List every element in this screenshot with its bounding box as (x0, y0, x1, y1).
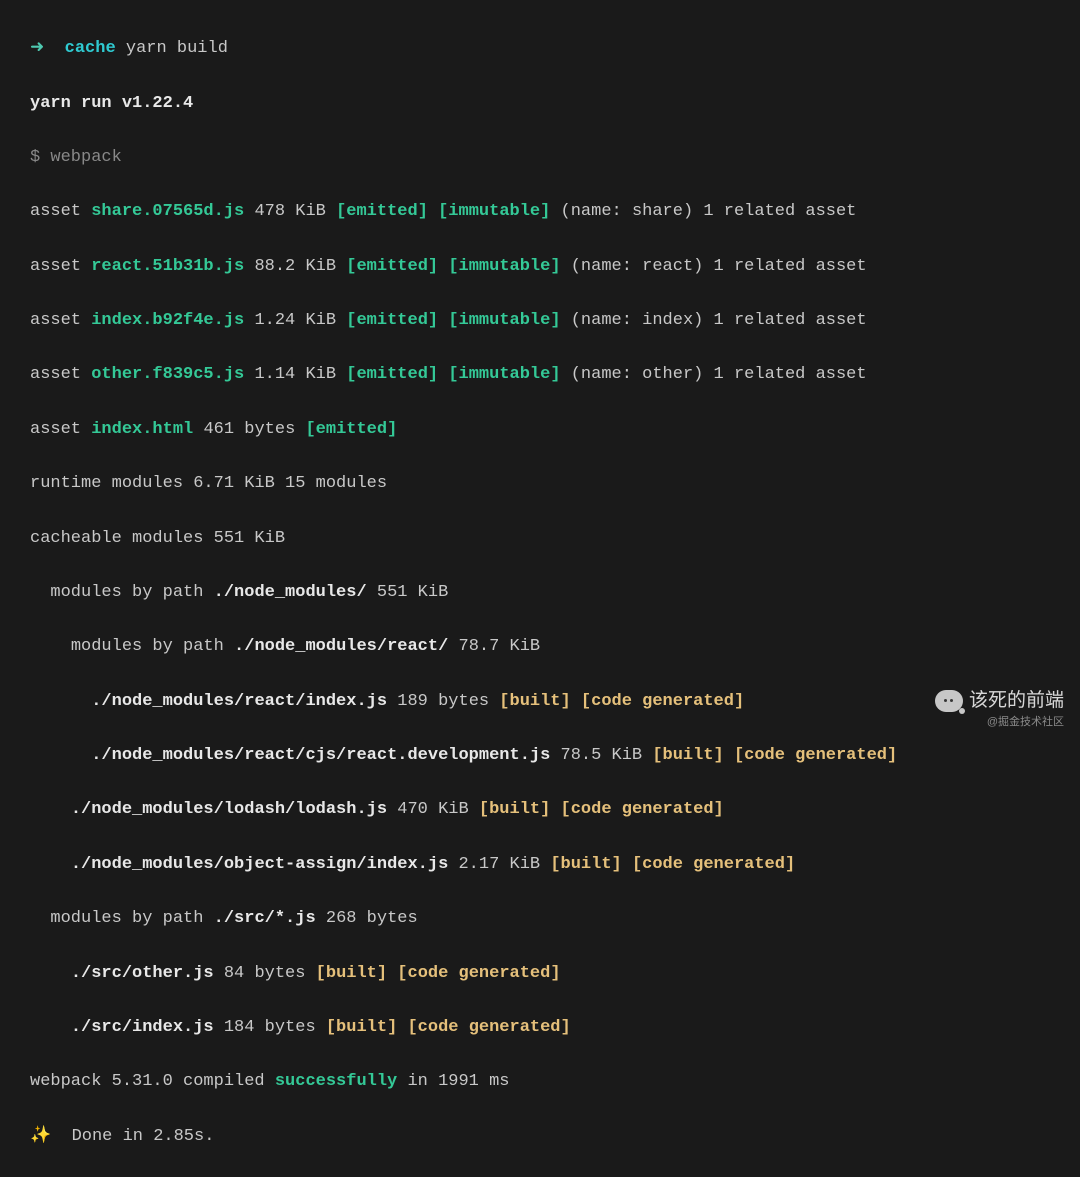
yarn-run-line: yarn run v1.22.4 (30, 90, 1050, 117)
react-dev-line: ./node_modules/react/cjs/react.developme… (30, 742, 1050, 769)
prompt-arrow: ➜ (30, 39, 44, 58)
yarn-task-line: $ webpack (30, 144, 1050, 171)
prompt-line: ➜ cache yarn build (30, 35, 1050, 62)
modules-react-line: modules by path ./node_modules/react/ 78… (30, 633, 1050, 660)
modules-node-line: modules by path ./node_modules/ 551 KiB (30, 579, 1050, 606)
asset-line: asset other.f839c5.js 1.14 KiB [emitted]… (30, 361, 1050, 388)
src-index-line: ./src/index.js 184 bytes [built] [code g… (30, 1014, 1050, 1041)
done-line: ✨ Done in 2.85s. (30, 1123, 1050, 1150)
watermark: 该死的前端 (935, 686, 1064, 716)
asset-line: asset share.07565d.js 478 KiB [emitted] … (30, 198, 1050, 225)
cacheable-line: cacheable modules 551 KiB (30, 525, 1050, 552)
asset-line: asset index.b92f4e.js 1.24 KiB [emitted]… (30, 307, 1050, 334)
terminal-output: ➜ cache yarn build yarn run v1.22.4 $ we… (0, 8, 1080, 1177)
sparkle-icon: ✨ (30, 1127, 51, 1146)
asset-line: asset react.51b31b.js 88.2 KiB [emitted]… (30, 253, 1050, 280)
object-assign-line: ./node_modules/object-assign/index.js 2.… (30, 851, 1050, 878)
sub-watermark: @掘金技术社区 (987, 714, 1064, 732)
react-index-line: ./node_modules/react/index.js 189 bytes … (30, 688, 1050, 715)
compile-line: webpack 5.31.0 compiled successfully in … (30, 1068, 1050, 1095)
lodash-line: ./node_modules/lodash/lodash.js 470 KiB … (30, 796, 1050, 823)
watermark-text: 该死的前端 (969, 686, 1064, 716)
src-other-line: ./src/other.js 84 bytes [built] [code ge… (30, 960, 1050, 987)
modules-src-line: modules by path ./src/*.js 268 bytes (30, 905, 1050, 932)
prompt-command: yarn build (126, 39, 228, 58)
wechat-icon (935, 690, 963, 712)
runtime-line: runtime modules 6.71 KiB 15 modules (30, 470, 1050, 497)
prompt-context: cache (65, 39, 116, 58)
asset-html-line: asset index.html 461 bytes [emitted] (30, 416, 1050, 443)
